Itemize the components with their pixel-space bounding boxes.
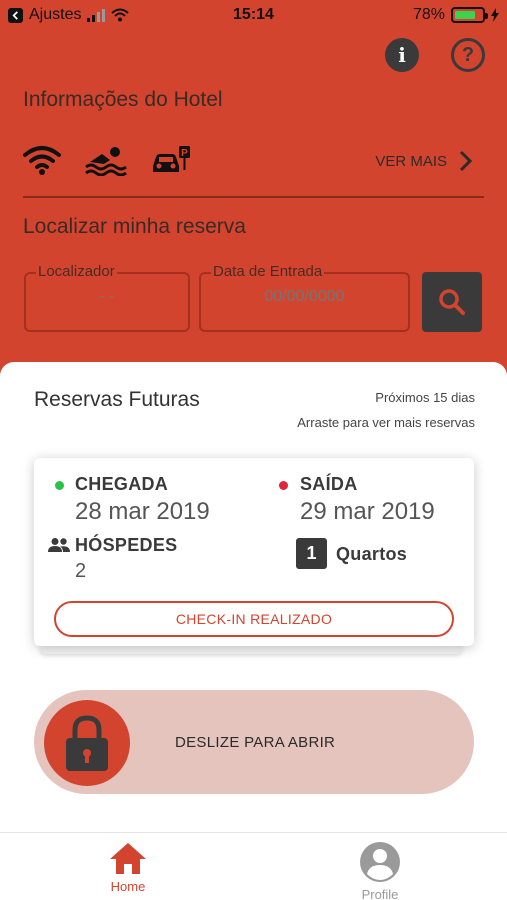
locator-field[interactable]: Localizador — [24, 263, 190, 332]
tab-home-label: Home — [110, 879, 146, 894]
info-icon[interactable]: i — [385, 38, 419, 72]
locator-label: Localizador — [36, 263, 117, 280]
battery-fill — [455, 11, 476, 19]
guests-value: 2 — [75, 560, 87, 582]
profile-icon — [360, 842, 400, 882]
tab-home[interactable]: Home — [78, 841, 178, 894]
checkin-status-dot — [55, 481, 64, 490]
slide-handle[interactable] — [44, 700, 130, 786]
checkout-status-dot — [279, 481, 288, 490]
search-icon — [439, 289, 465, 315]
guests-icon — [48, 538, 70, 552]
tab-bar: Home Profile — [0, 832, 507, 900]
next-days-label: Próximos 15 dias — [375, 390, 475, 405]
status-bar: Ajustes 15:14 78% — [0, 0, 507, 30]
checkin-status-button[interactable]: CHECK-IN REALIZADO — [54, 601, 454, 637]
search-button[interactable] — [422, 272, 482, 332]
slide-to-unlock[interactable]: DESLIZE PARA ABRIR — [34, 690, 474, 794]
see-more-label: VER MAIS — [375, 152, 447, 170]
see-more-link[interactable]: VER MAIS — [375, 150, 473, 172]
checkout-label: SAÍDA — [300, 474, 358, 494]
battery-percent: 78% — [412, 6, 445, 23]
checkout-date: 29 mar 2019 — [300, 498, 435, 525]
future-reservations-sheet: Reservas Futuras Próximos 15 dias Arrast… — [0, 362, 507, 900]
find-reservation-title: Localizar minha reserva — [23, 215, 246, 238]
section-divider — [23, 196, 484, 198]
checkin-date: 28 mar 2019 — [75, 498, 210, 525]
wifi-icon — [23, 146, 61, 175]
future-reservations-title: Reservas Futuras — [34, 388, 200, 411]
slide-label: DESLIZE PARA ABRIR — [175, 734, 336, 751]
lock-icon — [66, 715, 108, 771]
amenities-row: P — [22, 144, 192, 176]
rooms-label: Quartos — [336, 544, 408, 564]
checkin-date-field[interactable]: Data de Entrada — [199, 263, 410, 332]
checkin-date-label: Data de Entrada — [211, 263, 325, 280]
drag-hint: Arraste para ver mais reservas — [297, 415, 475, 430]
checkin-label: CHEGADA — [75, 474, 169, 494]
pool-icon — [85, 147, 127, 176]
chevron-right-icon — [459, 150, 473, 172]
home-icon — [110, 843, 146, 874]
help-icon[interactable]: ? — [451, 38, 485, 72]
svg-text:P: P — [181, 148, 188, 159]
battery-icon — [451, 7, 488, 23]
tab-profile[interactable]: Profile — [330, 841, 430, 900]
parking-icon: P — [153, 146, 190, 172]
charging-icon — [491, 8, 499, 22]
tab-profile-label: Profile — [361, 887, 399, 900]
reservation-card[interactable]: CHEGADA 28 mar 2019 SAÍDA 29 mar 2019 HÓ… — [34, 458, 474, 646]
checkin-date-input[interactable] — [201, 288, 408, 306]
rooms-count-badge: 1 — [296, 538, 327, 569]
guests-label: HÓSPEDES — [75, 535, 178, 555]
locator-input[interactable] — [26, 288, 188, 306]
hotel-info-title: Informações do Hotel — [23, 88, 223, 111]
